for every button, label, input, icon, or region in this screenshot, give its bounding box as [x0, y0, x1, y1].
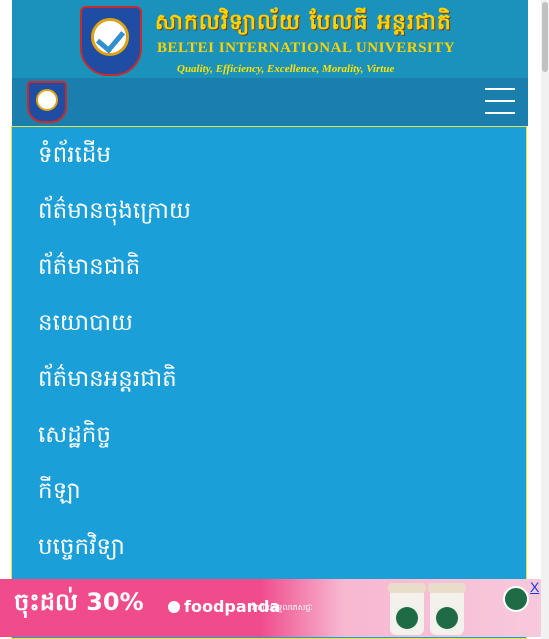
university-name-english: BELTEI INTERNATIONAL UNIVERSITY: [157, 40, 456, 56]
navbar: [12, 78, 528, 126]
ad-close-button[interactable]: X: [530, 579, 539, 595]
home-logo-link[interactable]: [27, 81, 67, 123]
menu-item-politics[interactable]: នយោបាយ: [38, 303, 133, 343]
scrollbar-thumb[interactable]: [542, 2, 548, 72]
menu-item-national-news[interactable]: ព័ត៌មានជាតិ: [38, 247, 140, 287]
starbucks-logo-icon: [503, 586, 529, 612]
header-banner: សាកលវិទ្យាល័យ បែលធី អន្តរជាតិ BELTEI INT…: [12, 0, 528, 78]
menu-item-technology[interactable]: បច្ចេកវិទ្យា: [38, 527, 125, 567]
menu-item-economy[interactable]: សេដ្ឋកិច្ច: [38, 415, 111, 455]
ad-banner[interactable]: ចុះដល់ 30% foodpanda រីករាយទទួលភេសជ្ជៈ X: [0, 579, 543, 637]
page: សាកលវិទ្យាល័យ បែលធី អន្តរជាតិ BELTEI INT…: [11, 0, 528, 639]
scrollbar[interactable]: [541, 0, 549, 639]
menu-item-sports[interactable]: កីឡា: [38, 471, 81, 511]
university-crest-logo: [80, 6, 142, 76]
ad-headline: ចុះដល់ 30%: [14, 588, 144, 616]
hamburger-menu-icon[interactable]: [485, 88, 515, 114]
university-tagline: Quality, Efficiency, Excellence, Moralit…: [177, 63, 395, 75]
coffee-cup-image: [428, 583, 466, 635]
nav-menu: ទំព័រដើម ព័ត៌មានចុងក្រោយ ព័ត៌មានជាតិ នយោ…: [11, 126, 527, 639]
menu-item-latest-news[interactable]: ព័ត៌មានចុងក្រោយ: [38, 191, 191, 231]
ad-subtext: រីករាយទទួលភេសជ្ជៈ: [252, 603, 313, 612]
coffee-cup-image: [388, 583, 426, 635]
foodpanda-icon: [168, 601, 180, 613]
menu-item-international-news[interactable]: ព័ត៌មានអន្តរជាតិ: [38, 359, 177, 399]
university-name-khmer: សាកលវិទ្យាល័យ បែលធី អន្តរជាតិ: [155, 9, 452, 35]
menu-item-home[interactable]: ទំព័រដើម: [38, 135, 111, 175]
